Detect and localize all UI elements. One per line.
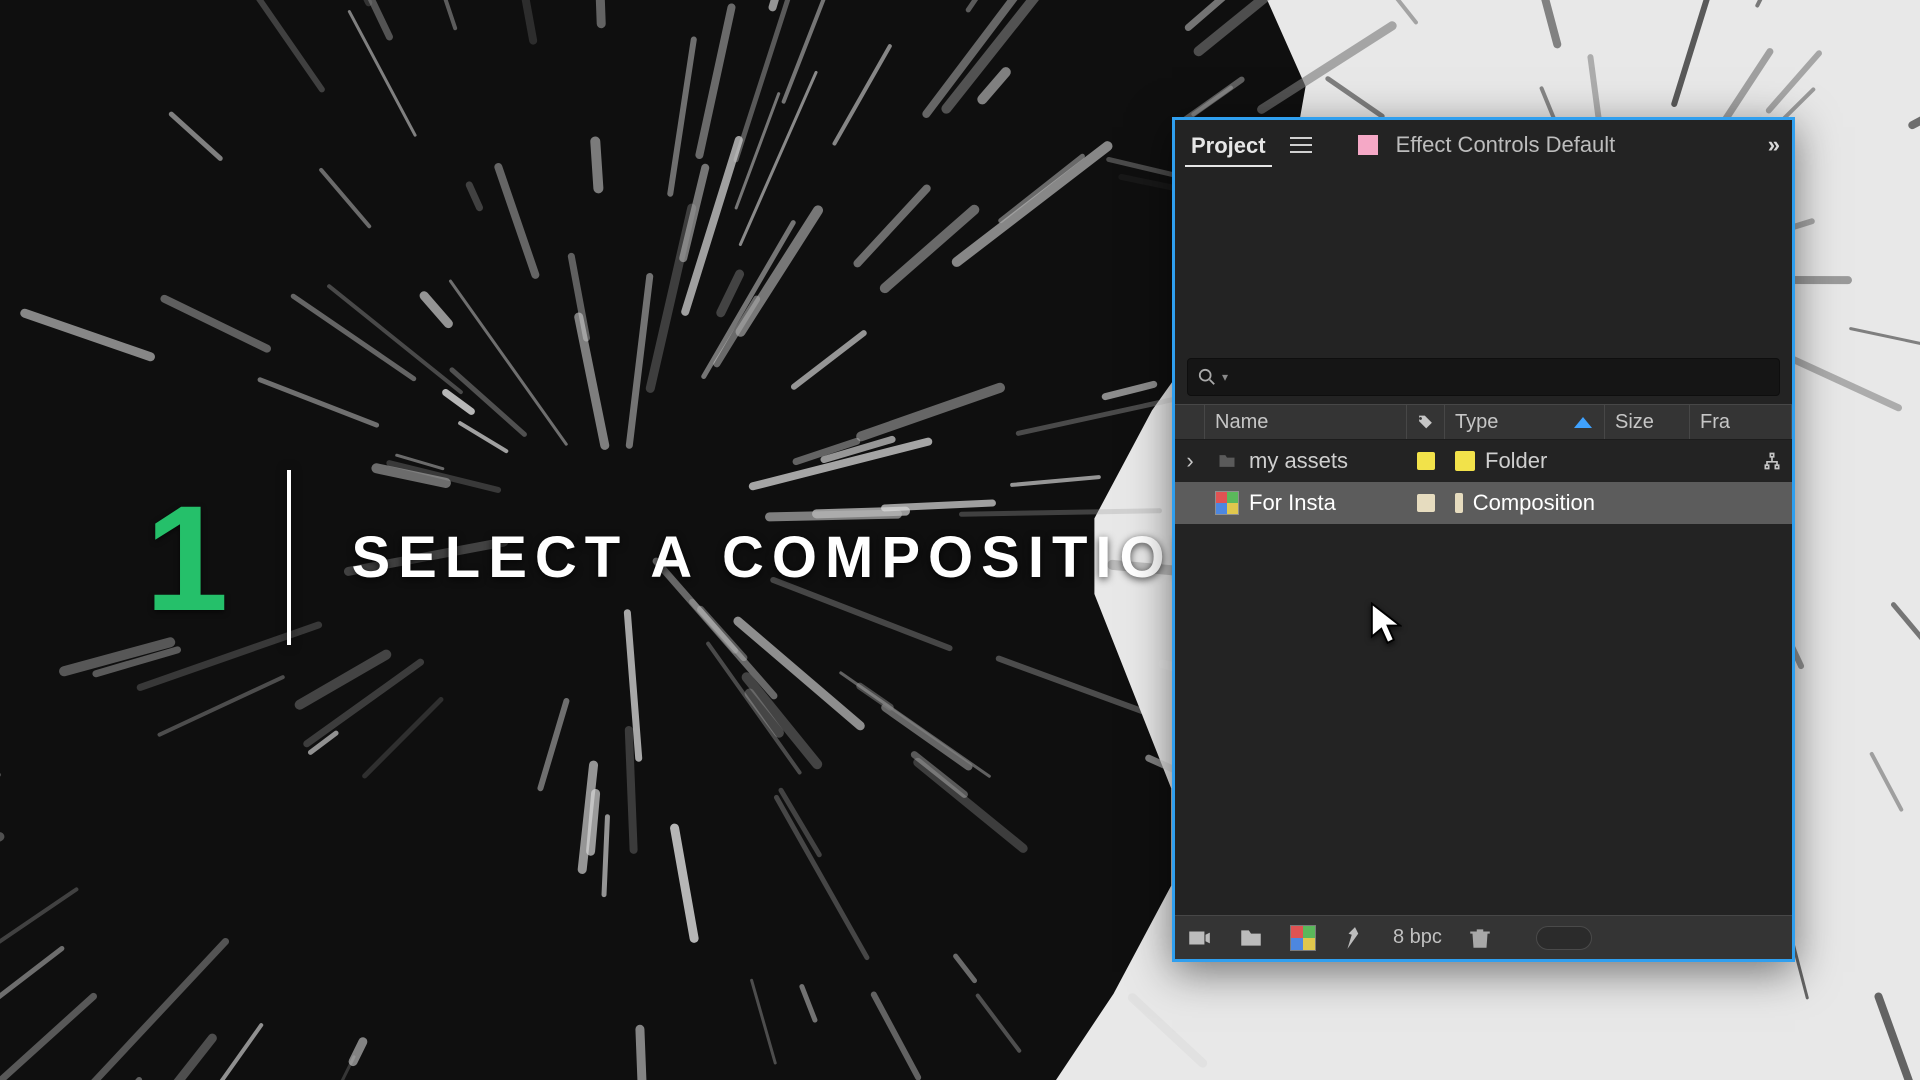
column-headers: Name Type Size Fra	[1175, 404, 1792, 440]
column-name[interactable]: Name	[1205, 405, 1407, 439]
step-caption: 1 SELECT A COMPOSITION	[145, 470, 1223, 645]
column-expand[interactable]	[1175, 405, 1205, 439]
project-row[interactable]: › my assets Folder	[1175, 440, 1792, 482]
panel-tab-bar: Project Effect Controls Default »	[1175, 120, 1792, 170]
project-rows: › my assets Folder For Insta Composition	[1175, 440, 1792, 915]
row-flow	[1690, 482, 1792, 524]
tag-icon	[1417, 413, 1434, 431]
row-type: Folder	[1445, 440, 1605, 482]
step-number: 1	[145, 483, 222, 633]
column-size[interactable]: Size	[1605, 405, 1690, 439]
delete-button[interactable]	[1466, 924, 1494, 952]
search-row: ▾	[1175, 350, 1792, 404]
new-folder-button[interactable]	[1237, 924, 1265, 952]
overflow-icon[interactable]: »	[1768, 132, 1774, 158]
expand-toggle	[1175, 482, 1205, 524]
project-row[interactable]: For Insta Composition	[1175, 482, 1792, 524]
row-size	[1605, 482, 1690, 524]
project-panel: Project Effect Controls Default » ▾ Name…	[1172, 117, 1795, 962]
row-flow	[1690, 440, 1792, 482]
column-type-label: Type	[1455, 411, 1498, 434]
expand-toggle[interactable]: ›	[1175, 440, 1205, 482]
bit-depth-label[interactable]: 8 bpc	[1393, 926, 1442, 949]
row-type: Composition	[1445, 482, 1605, 524]
toggle-pill[interactable]	[1536, 926, 1592, 950]
divider-vertical	[287, 470, 291, 645]
step-title: SELECT A COMPOSITION	[351, 524, 1222, 591]
row-type-text: Composition	[1473, 490, 1595, 516]
column-label[interactable]	[1407, 405, 1445, 439]
color-swatch	[1358, 135, 1378, 155]
row-name[interactable]: For Insta	[1205, 482, 1407, 524]
hamburger-icon[interactable]	[1290, 137, 1312, 153]
row-name-text: For Insta	[1249, 490, 1336, 516]
row-type-text: Folder	[1485, 448, 1547, 474]
panel-footer: 8 bpc	[1175, 915, 1792, 959]
row-size	[1605, 440, 1690, 482]
new-composition-button[interactable]	[1289, 924, 1317, 952]
row-name-text: my assets	[1249, 448, 1348, 474]
composition-icon	[1215, 491, 1239, 515]
folder-icon	[1215, 451, 1239, 471]
dropdown-arrow-icon: ▾	[1222, 370, 1228, 384]
search-icon	[1198, 368, 1216, 386]
search-input[interactable]: ▾	[1187, 358, 1780, 396]
row-label-chip[interactable]	[1407, 482, 1445, 524]
preview-area	[1175, 170, 1792, 350]
column-type[interactable]: Type	[1445, 405, 1605, 439]
sort-ascending-icon	[1574, 417, 1592, 428]
tab-effect-controls[interactable]: Effect Controls Default	[1396, 132, 1616, 158]
adjustment-layer-button[interactable]	[1341, 924, 1369, 952]
flowchart-icon	[1762, 451, 1782, 471]
tab-project[interactable]: Project	[1185, 123, 1272, 167]
interpret-footage-button[interactable]	[1185, 924, 1213, 952]
row-label-chip[interactable]	[1407, 440, 1445, 482]
column-frame-rate[interactable]: Fra	[1690, 405, 1792, 439]
row-name[interactable]: my assets	[1205, 440, 1407, 482]
